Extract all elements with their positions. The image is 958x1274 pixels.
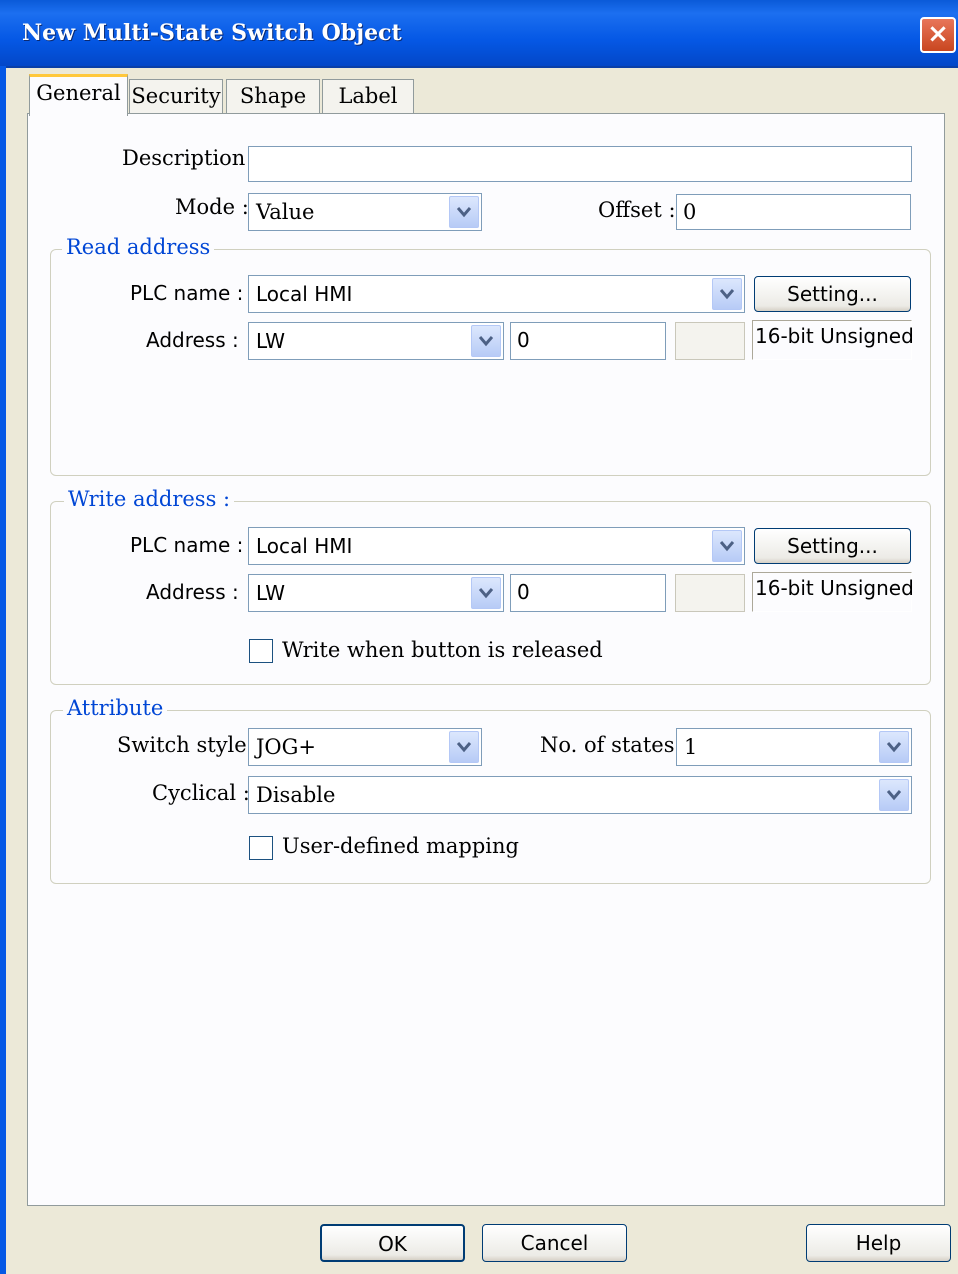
chevron-down-icon[interactable]	[712, 530, 742, 562]
tab-shape-label: Shape	[239, 84, 307, 108]
mode-value: Value	[256, 200, 315, 224]
write-when-released-checkbox[interactable]	[249, 639, 273, 663]
mode-select[interactable]: Value	[248, 193, 482, 231]
write-plc-name-label: PLC name :	[130, 533, 244, 557]
read-address-extra	[675, 322, 745, 360]
read-plc-name-select[interactable]: Local HMI	[248, 275, 745, 313]
tab-general[interactable]: General	[29, 74, 128, 116]
cyclical-select[interactable]: Disable	[248, 776, 912, 814]
chevron-down-icon[interactable]	[879, 779, 909, 811]
ok-button[interactable]: OK	[320, 1224, 465, 1262]
tab-security-label: Security	[131, 84, 221, 108]
write-when-released-label: Write when button is released	[282, 638, 603, 662]
states-label: No. of states :	[540, 733, 689, 757]
states-select[interactable]: 1	[676, 728, 912, 766]
switch-style-label: Switch style :	[117, 733, 261, 757]
attribute-legend: Attribute	[63, 696, 168, 720]
cyclical-label: Cyclical :	[152, 781, 250, 805]
read-plc-name-label: PLC name :	[130, 281, 244, 305]
read-plc-name-value: Local HMI	[256, 282, 353, 306]
write-address-label: Address :	[146, 580, 239, 604]
read-address-input[interactable]: 0	[510, 322, 666, 360]
offset-input[interactable]: 0	[676, 194, 911, 230]
read-device-select[interactable]: LW	[248, 322, 504, 360]
chevron-down-icon[interactable]	[471, 325, 501, 357]
close-icon[interactable]: ×	[920, 17, 956, 53]
description-input[interactable]	[248, 146, 912, 182]
offset-label: Offset :	[598, 198, 676, 222]
tab-label-label: Label	[338, 84, 398, 108]
switch-style-select[interactable]: JOG+	[248, 728, 482, 766]
tab-label[interactable]: Label	[322, 79, 414, 113]
cyclical-value: Disable	[256, 783, 336, 807]
write-plc-name-select[interactable]: Local HMI	[248, 527, 745, 565]
read-device-value: LW	[256, 329, 286, 353]
tab-security[interactable]: Security	[129, 79, 223, 113]
cancel-button[interactable]: Cancel	[482, 1224, 627, 1262]
write-device-value: LW	[256, 581, 286, 605]
read-address-label: Address :	[146, 328, 239, 352]
write-data-type: 16-bit Unsigned	[752, 572, 914, 612]
write-address-input[interactable]: 0	[510, 574, 666, 612]
chevron-down-icon[interactable]	[449, 196, 479, 228]
help-button[interactable]: Help	[806, 1224, 951, 1262]
user-defined-mapping-label: User-defined mapping	[282, 834, 519, 858]
mode-label: Mode :	[175, 195, 249, 219]
read-address-legend: Read address	[62, 235, 215, 259]
write-device-select[interactable]: LW	[248, 574, 504, 612]
chevron-down-icon[interactable]	[712, 278, 742, 310]
write-address-extra	[675, 574, 745, 612]
user-defined-mapping-checkbox[interactable]	[249, 836, 273, 860]
write-plc-name-value: Local HMI	[256, 534, 353, 558]
chevron-down-icon[interactable]	[449, 731, 479, 763]
read-data-type: 16-bit Unsigned	[752, 320, 914, 360]
states-value: 1	[684, 735, 698, 759]
tab-general-label: General	[36, 81, 121, 105]
tab-shape[interactable]: Shape	[226, 79, 320, 113]
switch-style-value: JOG+	[256, 735, 317, 759]
read-setting-button[interactable]: Setting...	[754, 276, 911, 312]
description-label: Description :	[122, 146, 260, 170]
write-address-legend: Write address :	[64, 487, 235, 511]
chevron-down-icon[interactable]	[471, 577, 501, 609]
window-frame-left	[0, 66, 6, 1274]
window-title: New Multi-State Switch Object	[22, 20, 402, 46]
write-setting-button[interactable]: Setting...	[754, 528, 911, 564]
title-bar: New Multi-State Switch Object ×	[0, 0, 958, 68]
chevron-down-icon[interactable]	[879, 731, 909, 763]
